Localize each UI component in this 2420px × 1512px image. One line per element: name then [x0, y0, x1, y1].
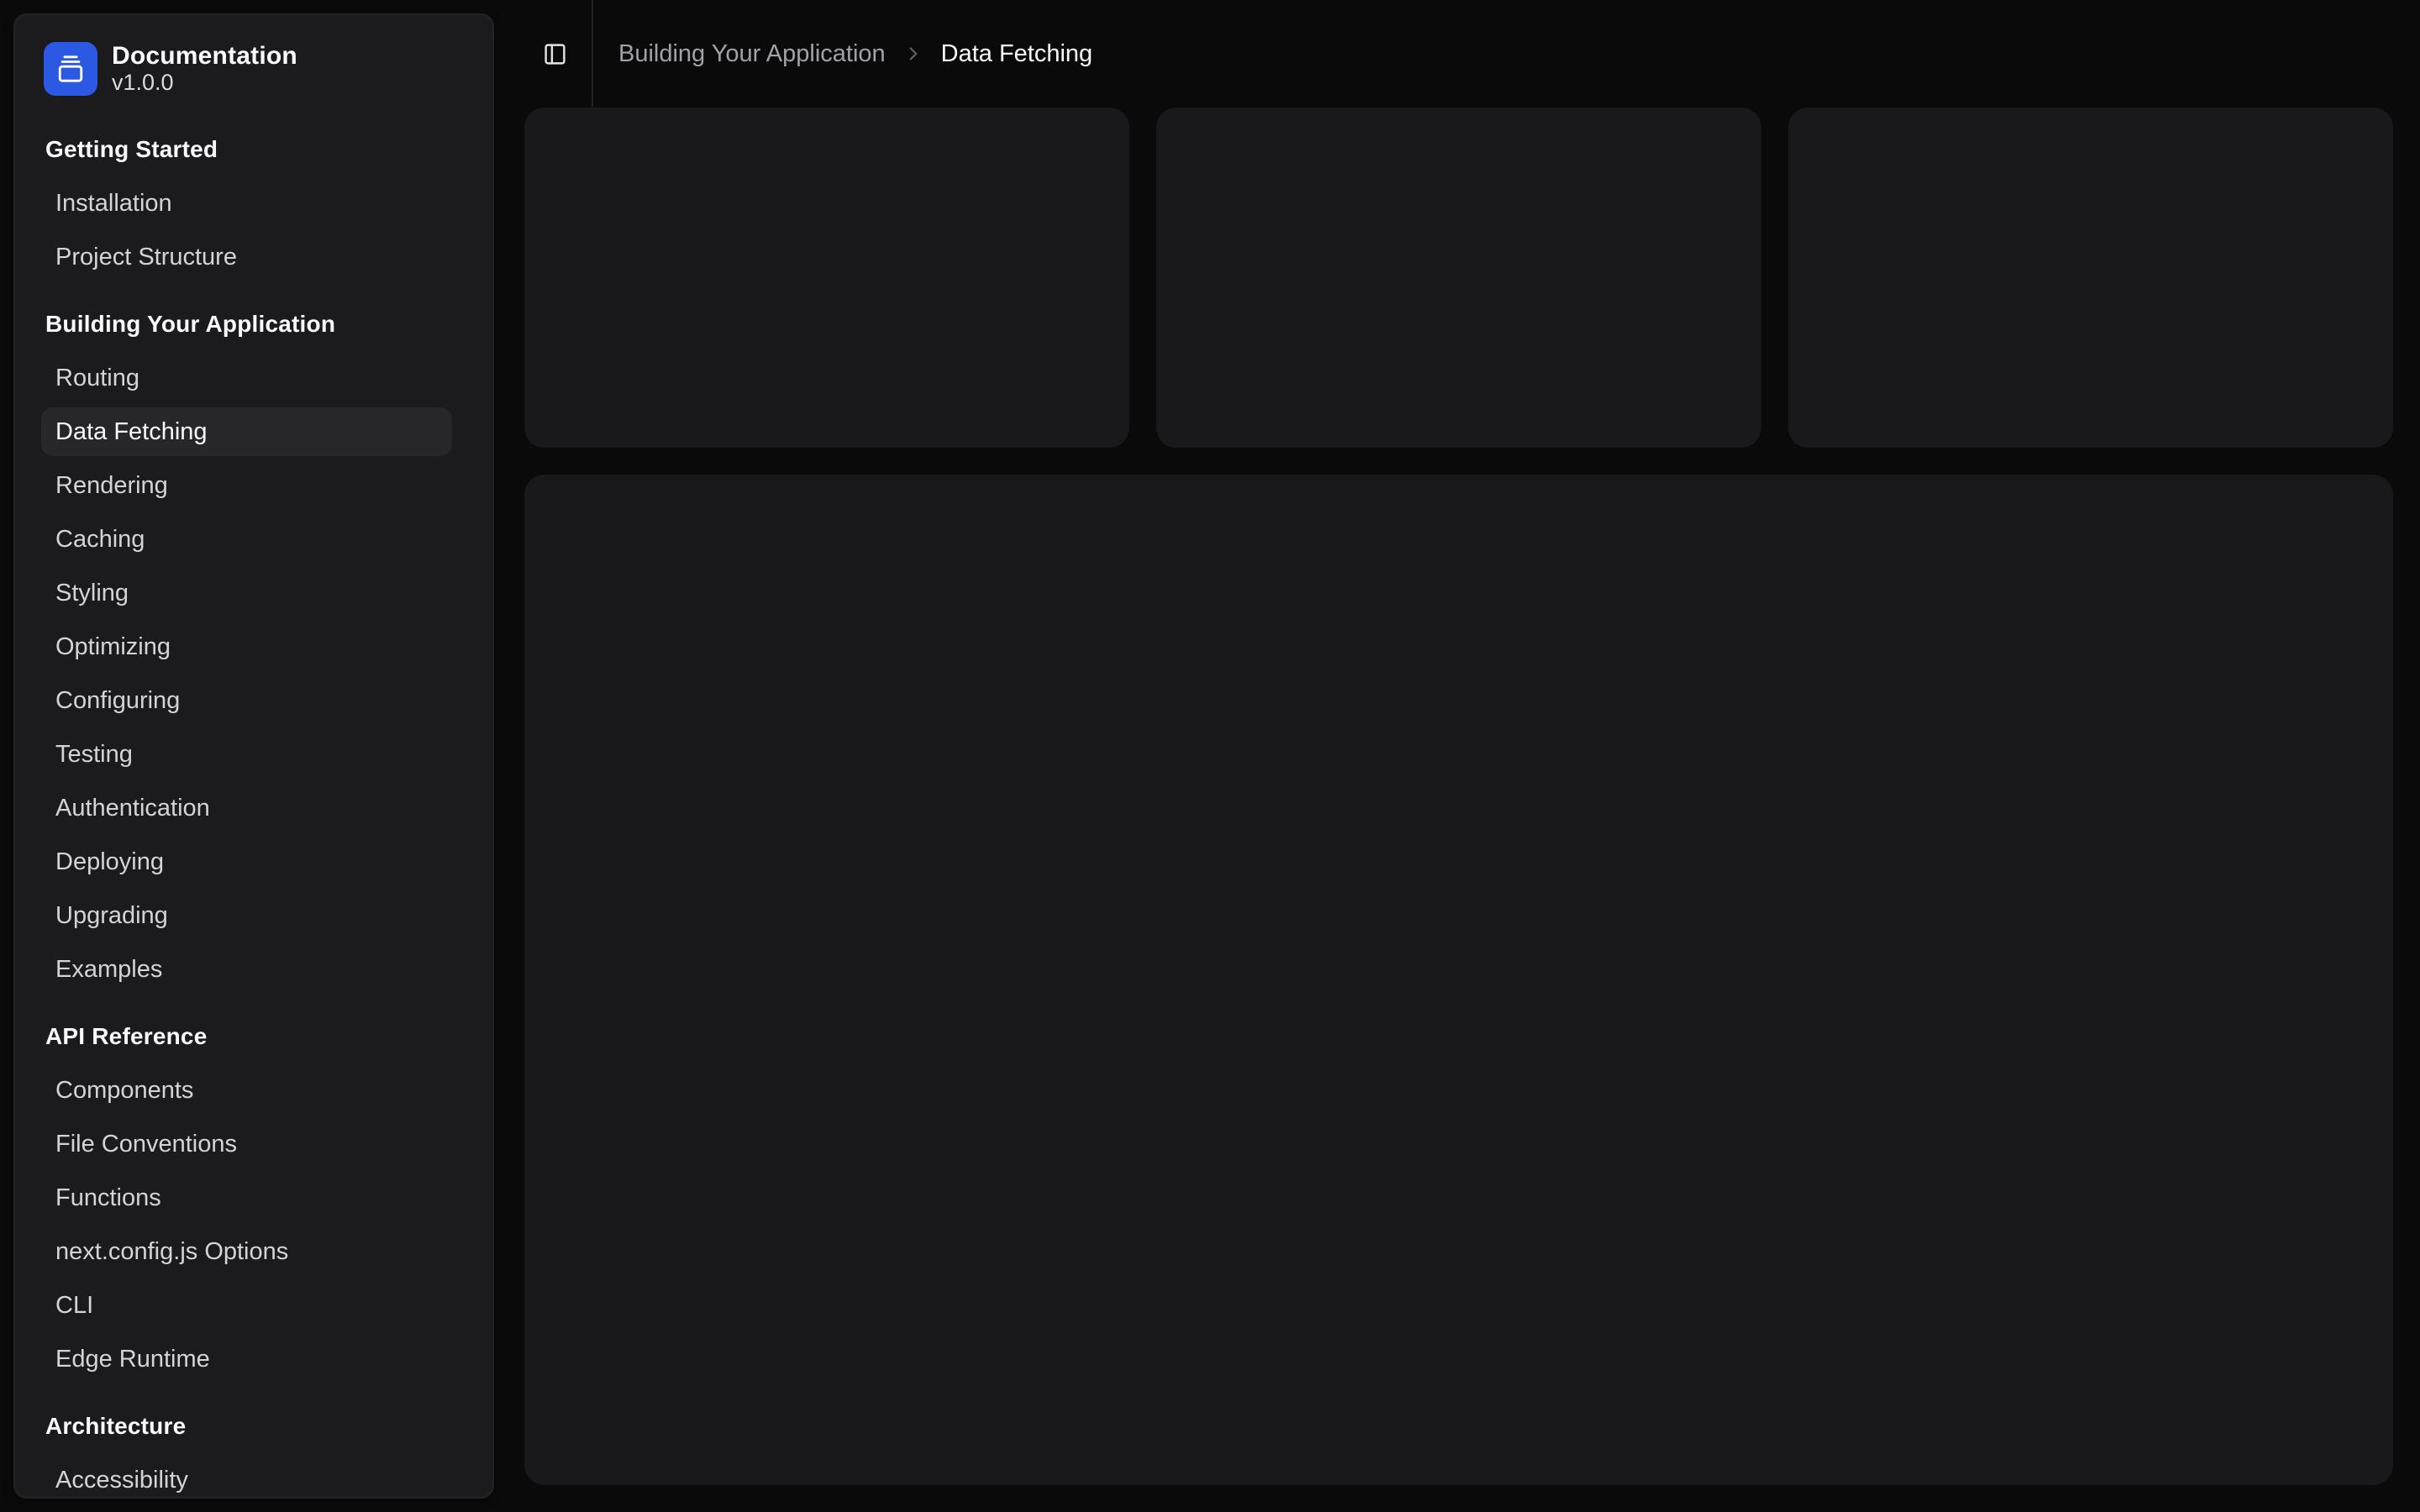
sidebar-menu-row: CLI — [15, 1278, 492, 1332]
sidebar-menu-row: Authentication — [15, 781, 492, 835]
page-header: Building Your Application Data Fetching — [497, 0, 2420, 108]
gallery-vertical-end-icon — [44, 42, 97, 96]
sidebar-item-accessibility[interactable]: Accessibility — [41, 1456, 452, 1497]
sidebar-item-file-conventions[interactable]: File Conventions — [41, 1120, 452, 1168]
sidebar-item-edge-runtime[interactable]: Edge Runtime — [41, 1335, 452, 1383]
sidebar-item-functions[interactable]: Functions — [41, 1173, 452, 1222]
panel-left-icon — [543, 42, 567, 66]
placeholder-card — [1156, 108, 1761, 448]
sidebar-menu-row: Accessibility — [15, 1453, 492, 1497]
sidebar-item-next-config-js-options[interactable]: next.config.js Options — [41, 1227, 452, 1276]
sidebar-group-label: API Reference — [45, 1023, 208, 1049]
breadcrumb: Building Your Application Data Fetching — [618, 0, 1092, 108]
page-content — [524, 108, 2393, 1485]
sidebar-menu-row: Edge Runtime — [15, 1332, 492, 1386]
sidebar-group-architecture: Architecture Accessibility — [15, 1399, 492, 1497]
sidebar-item-authentication[interactable]: Authentication — [41, 784, 452, 832]
sidebar-menu-row: Functions — [15, 1171, 492, 1225]
sidebar-menu-row: Configuring — [15, 674, 492, 727]
sidebar-item-configuring[interactable]: Configuring — [41, 676, 452, 725]
sidebar-nav: Getting Started Installation Project Struc… — [15, 96, 492, 1497]
app-version: v1.0.0 — [112, 70, 174, 95]
placeholder-card — [524, 108, 1129, 448]
sidebar-menu-row: Styling — [15, 566, 492, 620]
sidebar-item-testing[interactable]: Testing — [41, 730, 452, 779]
sidebar-header: Documentation v1.0.0 — [15, 15, 492, 96]
sidebar-item-optimizing[interactable]: Optimizing — [41, 622, 452, 671]
placeholder-card-row — [524, 108, 2393, 448]
sidebar-item-styling[interactable]: Styling — [41, 569, 452, 617]
sidebar-item-rendering[interactable]: Rendering — [41, 461, 452, 510]
sidebar-item-caching[interactable]: Caching — [41, 515, 452, 564]
sidebar-menu-row: File Conventions — [15, 1117, 492, 1171]
sidebar-group-label: Architecture — [45, 1413, 187, 1439]
placeholder-panel — [524, 475, 2393, 1485]
placeholder-card — [1788, 108, 2393, 448]
sidebar-item-upgrading[interactable]: Upgrading — [41, 891, 452, 940]
sidebar-item-project-structure[interactable]: Project Structure — [41, 233, 452, 281]
sidebar-menu-row: Deploying — [15, 835, 492, 889]
sidebar-group-api-reference: API Reference Components File Conventions F… — [15, 1010, 492, 1386]
sidebar-item-deploying[interactable]: Deploying — [41, 837, 452, 886]
sidebar-menu-row: next.config.js Options — [15, 1225, 492, 1278]
sidebar-menu-row: Caching — [15, 512, 492, 566]
sidebar-menu-row: Optimizing — [15, 620, 492, 674]
chevron-right-icon — [902, 43, 924, 65]
sidebar-item-installation[interactable]: Installation — [41, 179, 452, 228]
sidebar-menu-row: Testing — [15, 727, 492, 781]
sidebar-item-routing[interactable]: Routing — [41, 354, 452, 402]
app-title: Documentation — [112, 42, 297, 70]
sidebar-group-label: Getting Started — [45, 136, 218, 162]
sidebar-menu-row: Project Structure — [15, 230, 492, 284]
main-area: Building Your Application Data Fetching — [497, 0, 2420, 1512]
breadcrumb-current-page: Data Fetching — [940, 39, 1093, 67]
app-switcher-button[interactable]: Documentation v1.0.0 — [29, 42, 479, 96]
sidebar-menu-row: Data Fetching — [15, 405, 492, 459]
sidebar-item-data-fetching[interactable]: Data Fetching — [41, 407, 452, 456]
sidebar-menu-row: Upgrading — [15, 889, 492, 942]
sidebar-menu-row: Components — [15, 1063, 492, 1117]
sidebar-menu-row: Rendering — [15, 459, 492, 512]
sidebar-menu-row: Examples — [15, 942, 492, 996]
header-separator — [592, 0, 593, 107]
breadcrumb-link-building-your-application[interactable]: Building Your Application — [618, 40, 886, 68]
sidebar-item-examples[interactable]: Examples — [41, 945, 452, 994]
sidebar-menu-row: Routing — [15, 351, 492, 405]
sidebar-group-building-your-application: Building Your Application Routing Data Fet… — [15, 297, 492, 996]
sidebar-menu-row: Installation — [15, 176, 492, 230]
sidebar: Documentation v1.0.0 Getting Started Inst… — [13, 13, 494, 1499]
sidebar-toggle-button[interactable] — [531, 30, 578, 77]
sidebar-item-cli[interactable]: CLI — [41, 1281, 452, 1330]
sidebar-item-components[interactable]: Components — [41, 1066, 452, 1115]
sidebar-group-getting-started: Getting Started Installation Project Struc… — [15, 123, 492, 284]
sidebar-group-label: Building Your Application — [45, 311, 336, 337]
